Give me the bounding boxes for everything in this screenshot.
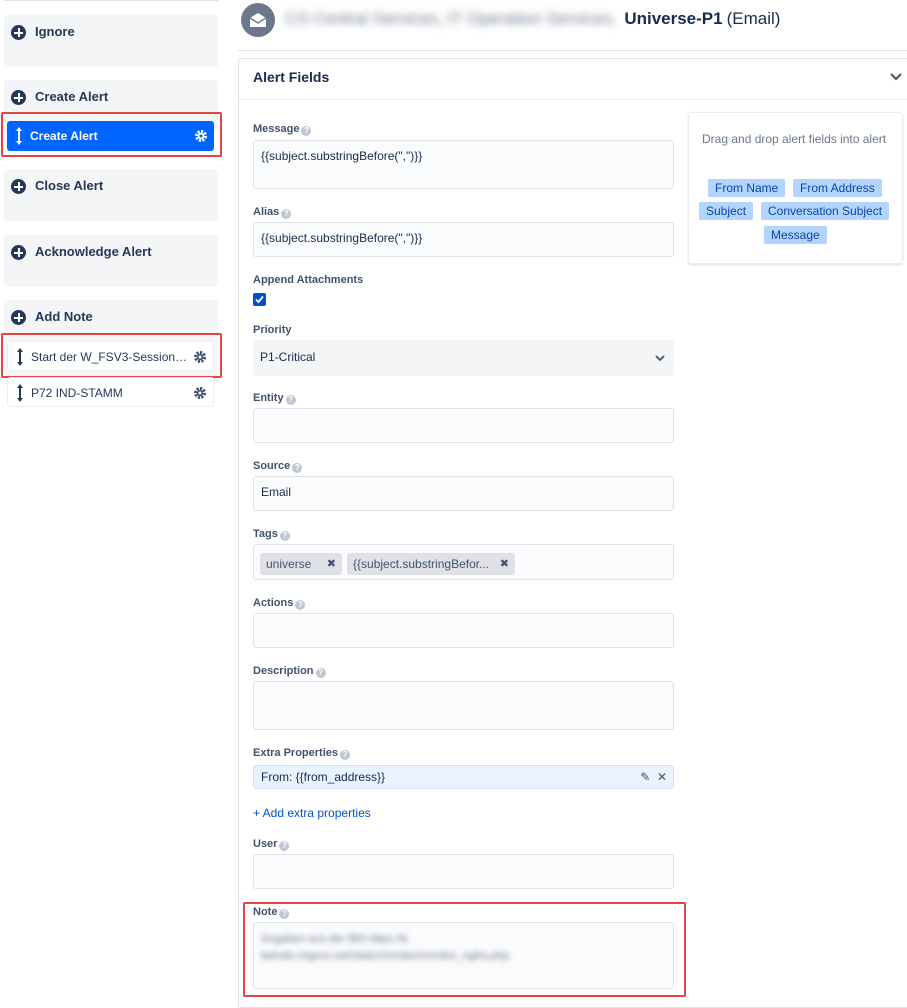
action-card-close-alert[interactable]: Close Alert [4, 169, 218, 221]
action-card-label: Ignore [35, 24, 75, 39]
add-circle-icon[interactable] [11, 25, 26, 40]
divider [238, 50, 907, 51]
field-label: Alias? [253, 206, 292, 219]
help-icon[interactable]: ? [281, 209, 292, 219]
field-label: User? [253, 838, 290, 851]
help-icon[interactable]: ? [292, 463, 303, 473]
close-icon[interactable]: ✕ [657, 770, 667, 784]
gear-icon[interactable] [193, 386, 207, 400]
add-circle-icon[interactable] [11, 310, 26, 325]
add-circle-icon[interactable] [11, 90, 26, 105]
integration-name: Universe-P1 [624, 9, 723, 28]
integration-path: CS Central Services, IT Operation Servic… [285, 9, 617, 28]
action-card-acknowledge-alert[interactable]: Acknowledge Alert [4, 235, 218, 287]
field-label: Source? [253, 460, 303, 473]
highlight-box [1, 112, 222, 157]
help-icon[interactable]: ? [285, 395, 296, 405]
add-extra-properties-link[interactable]: + Add extra properties [253, 806, 371, 820]
message-input[interactable]: {{subject.substringBefore(",")}} [253, 140, 674, 189]
extra-property-entry[interactable]: From: {{from_address}} ✎ ✕ [253, 765, 674, 789]
rules-sidebar: Ignore Create Alert Create Alert Close A… [0, 0, 225, 999]
rule-label: P72 IND-STAMM [31, 386, 123, 400]
actions-input[interactable] [253, 613, 674, 648]
remove-tag-icon[interactable]: ✖ [327, 557, 336, 570]
help-icon[interactable]: ? [279, 841, 290, 851]
field-label: Actions? [253, 597, 306, 610]
tag-chip: {{subject.substringBefor... ✖ [347, 553, 515, 575]
entity-input[interactable] [253, 408, 674, 443]
email-icon [241, 3, 275, 37]
action-card-label: Close Alert [35, 178, 104, 193]
alert-field-chip[interactable]: From Address [793, 179, 882, 197]
chevron-down-icon[interactable] [654, 352, 666, 364]
alert-field-chip[interactable]: From Name [708, 179, 786, 197]
alert-field-chip[interactable]: Subject [699, 202, 754, 220]
field-label: Entity? [253, 392, 296, 405]
field-label: Message? [253, 123, 312, 136]
panel-title: Alert Fields [253, 69, 330, 85]
alias-input[interactable]: {{subject.substringBefore(",")}} [253, 222, 674, 257]
chevron-down-icon[interactable] [889, 70, 903, 84]
add-circle-icon[interactable] [11, 179, 26, 194]
field-label: Tags? [253, 528, 290, 541]
rule-item-p72[interactable]: P72 IND-STAMM [7, 377, 214, 407]
add-circle-icon[interactable] [11, 245, 26, 260]
alert-field-chip[interactable]: Message [764, 226, 827, 244]
field-label: Append Attachments [253, 274, 364, 286]
drag-drop-hint: Drag and drop alert fields into alert [702, 132, 887, 146]
user-input[interactable] [253, 854, 674, 889]
highlight-box [1, 333, 222, 378]
integration-type: (Email) [726, 9, 781, 28]
help-icon[interactable]: ? [339, 750, 350, 760]
field-label: Description? [253, 665, 326, 678]
field-label: Priority [253, 324, 292, 336]
source-input[interactable]: Email [253, 476, 674, 511]
tag-label: {{subject.substringBefor... [353, 557, 490, 571]
drag-handle-icon[interactable] [17, 384, 23, 402]
extra-property-text: From: {{from_address}} [261, 770, 386, 784]
tag-chip: universe ✖ [260, 553, 342, 575]
tags-input[interactable]: universe ✖ {{subject.substringBefor... ✖ [253, 544, 674, 580]
page-title: CS Central Services, IT Operation Servic… [285, 9, 780, 29]
help-icon[interactable]: ? [279, 531, 290, 541]
field-label: Extra Properties? [253, 747, 350, 760]
action-card-label: Create Alert [35, 89, 109, 104]
help-icon[interactable]: ? [301, 126, 312, 136]
divider [239, 99, 907, 100]
action-card-label: Add Note [35, 309, 93, 324]
help-icon[interactable]: ? [315, 668, 326, 678]
priority-select[interactable]: P1-Critical [253, 340, 674, 376]
append-attachments-checkbox[interactable] [253, 293, 266, 306]
tag-label: universe [266, 557, 312, 571]
divider [4, 0, 218, 1]
help-icon[interactable]: ? [295, 600, 306, 610]
description-input[interactable] [253, 681, 674, 730]
edit-icon[interactable]: ✎ [640, 770, 650, 784]
alert-field-chip[interactable]: Conversation Subject [761, 202, 890, 220]
action-card-ignore[interactable]: Ignore [4, 15, 218, 67]
highlight-box [243, 902, 686, 997]
action-card-label: Acknowledge Alert [35, 244, 152, 259]
remove-tag-icon[interactable]: ✖ [500, 557, 509, 570]
priority-value: P1-Critical [260, 350, 316, 364]
